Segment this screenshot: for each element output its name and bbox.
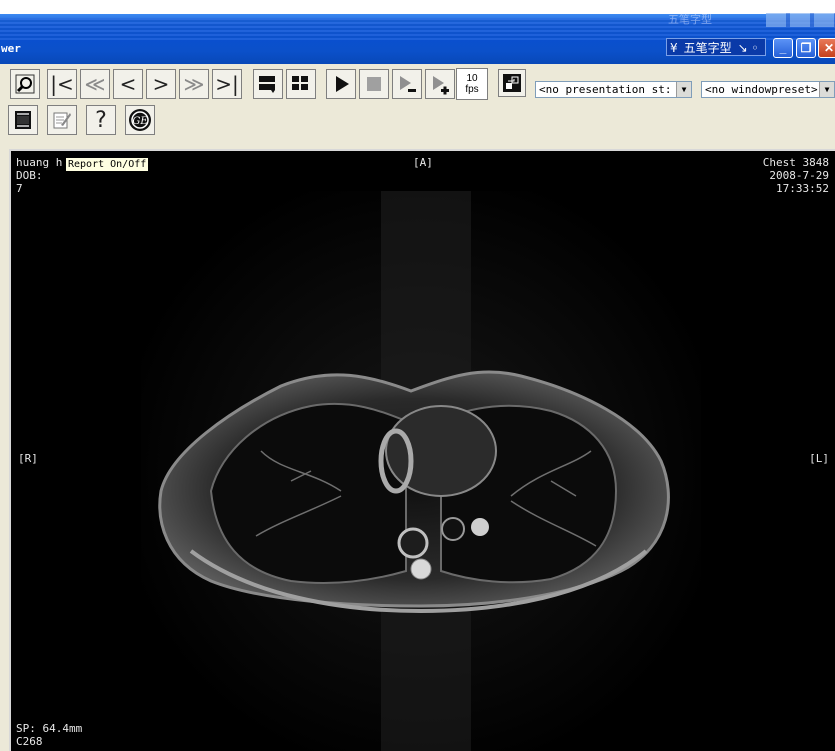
dob-label: DOB:	[16, 169, 43, 182]
fast-rewind-button[interactable]: ≪	[80, 69, 110, 99]
layout-button[interactable]	[253, 69, 283, 99]
contrast-value: C268	[16, 735, 43, 748]
orientation-right: [L]	[809, 452, 829, 465]
chevron-down-icon[interactable]: ▼	[676, 82, 691, 97]
next-frame-icon: >	[152, 72, 170, 96]
window-preset-select[interactable]: <no windowpreset> ▼	[701, 81, 835, 98]
fps-display[interactable]: 10 fps	[456, 68, 488, 100]
magnifier-icon	[15, 74, 35, 94]
ime-extra: ↘ ◦	[737, 41, 759, 55]
fps-value: 10	[466, 73, 478, 84]
stop-icon	[367, 77, 381, 91]
restore-button[interactable]: ❐	[796, 38, 816, 58]
report-icon	[15, 111, 31, 129]
minimize-button[interactable]: _	[773, 38, 793, 58]
ime-bar[interactable]: ¥ 五笔字型 ↘ ◦	[666, 38, 766, 56]
ime-chevron-icon: ¥	[670, 41, 678, 55]
window-title: wer	[1, 42, 21, 55]
first-frame-icon: |<	[50, 72, 74, 96]
fast-rewind-icon: ≪	[84, 72, 106, 96]
patient-name: huang h	[16, 156, 63, 169]
fast-forward-icon: ≫	[183, 72, 205, 96]
report-button[interactable]	[8, 105, 38, 135]
fps-unit: fps	[465, 84, 479, 95]
sync-button[interactable]	[498, 69, 526, 97]
help-icon: ?	[95, 107, 107, 133]
notes-icon	[53, 112, 71, 129]
image-viewport[interactable]: huang h DOB: 7 [A] Chest 3848 2008-7-29 …	[9, 149, 835, 751]
ghost-buttons	[766, 13, 835, 27]
slower-button[interactable]	[392, 69, 422, 99]
previous-frame-button[interactable]: <	[113, 69, 143, 99]
zoom-button[interactable]	[10, 69, 40, 99]
sync-icon	[503, 74, 521, 92]
orientation-left: [R]	[18, 452, 38, 465]
close-button[interactable]: ✕	[818, 38, 835, 58]
orientation-top: [A]	[413, 156, 433, 169]
tile-layout-button[interactable]	[286, 69, 316, 99]
notes-button[interactable]	[47, 105, 77, 135]
study-time: 17:33:52	[776, 182, 829, 195]
layout-icon	[259, 76, 275, 93]
ime-label: 五笔字型	[683, 41, 732, 55]
last-frame-icon: >|	[215, 72, 239, 96]
stop-button[interactable]	[359, 69, 389, 99]
slice-position: SP: 64.4mm	[16, 722, 83, 735]
mri-chest-image	[141, 191, 701, 751]
presentation-state-value: <no presentation st:	[539, 83, 672, 96]
study-date: 2008-7-29	[769, 169, 829, 182]
ge-button[interactable]: GE	[125, 105, 155, 135]
window-preset-value: <no windowpreset>	[705, 83, 818, 96]
slower-icon	[400, 76, 416, 92]
fast-forward-button[interactable]: ≫	[179, 69, 209, 99]
last-frame-button[interactable]: >|	[212, 69, 242, 99]
patient-info-line: 7	[16, 182, 23, 195]
previous-frame-icon: <	[119, 72, 137, 96]
play-button[interactable]	[326, 69, 356, 99]
ge-logo-icon: GE	[129, 109, 151, 131]
svg-text:GE: GE	[132, 116, 148, 127]
play-icon	[336, 76, 349, 92]
next-frame-button[interactable]: >	[146, 69, 176, 99]
ime-ghost-label: 五笔字型	[668, 13, 712, 26]
faster-icon	[433, 76, 449, 95]
study-description: Chest 3848	[762, 156, 829, 169]
tile-layout-icon	[292, 76, 308, 90]
presentation-state-select[interactable]: <no presentation st: ▼	[535, 81, 692, 98]
first-frame-button[interactable]: |<	[47, 69, 77, 99]
tooltip: Report On/Off	[65, 157, 150, 172]
chevron-down-icon[interactable]: ▼	[819, 82, 834, 97]
help-button[interactable]: ?	[86, 105, 116, 135]
faster-button[interactable]	[425, 69, 455, 99]
